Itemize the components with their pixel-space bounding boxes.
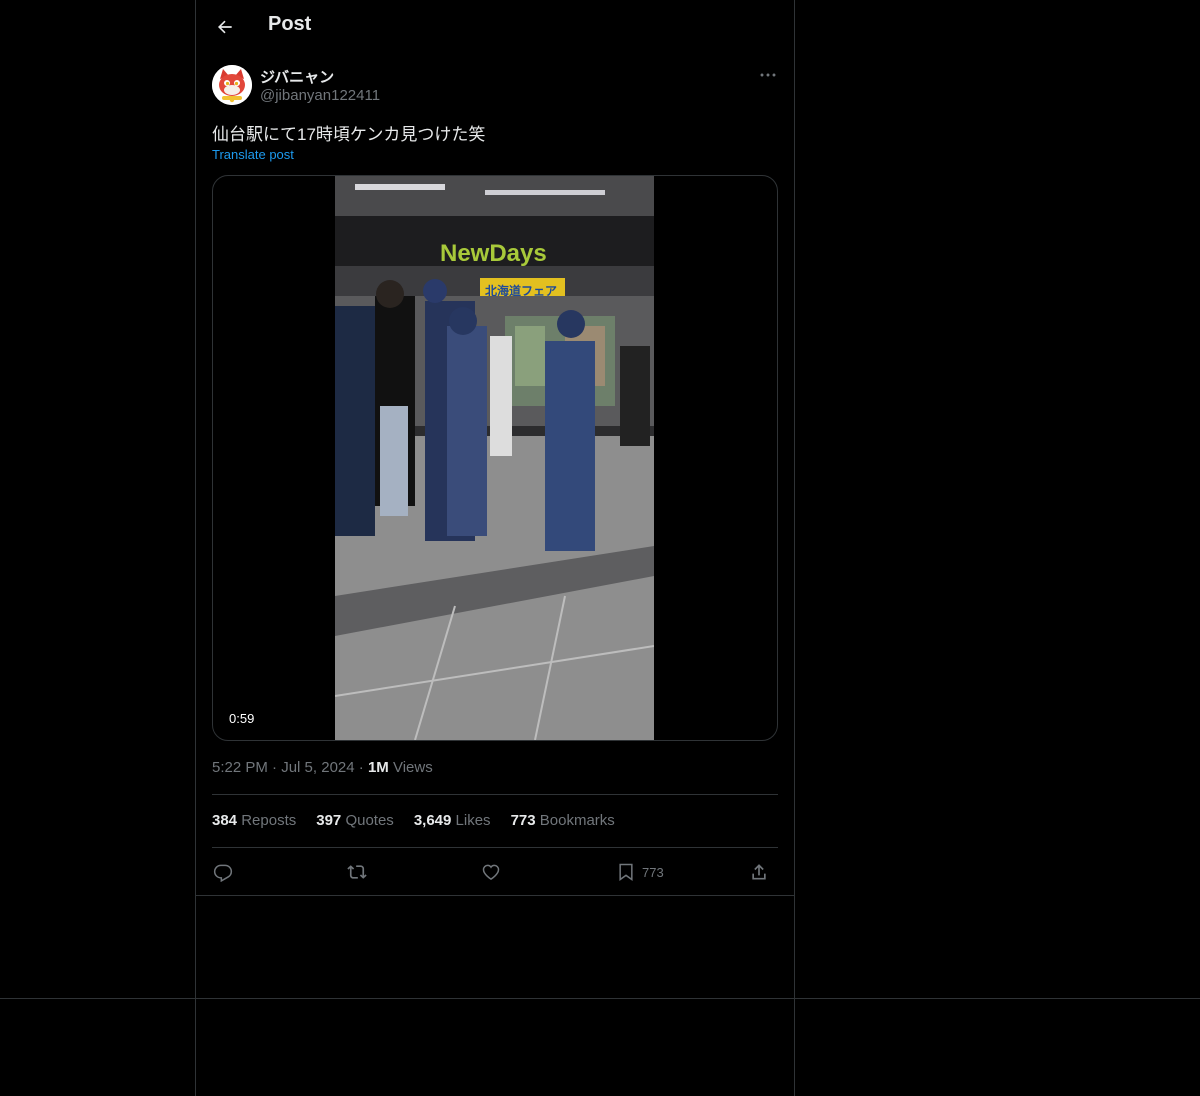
meta-separator: ·	[358, 759, 368, 776]
heart-icon	[482, 864, 500, 880]
bookmark-button[interactable]: 773	[616, 858, 664, 886]
video-frame[interactable]: NewDays 北海道フェア	[335, 176, 654, 740]
repost-button[interactable]	[347, 858, 367, 886]
reply-icon	[213, 864, 233, 882]
bookmarks-label: Bookmarks	[539, 812, 615, 829]
bookmark-icon	[619, 863, 633, 881]
likes-count: 3,649	[413, 812, 452, 829]
video-duration: 0:59	[223, 710, 261, 727]
avatar[interactable]	[212, 65, 252, 105]
jibanyan-avatar-image	[212, 65, 252, 105]
share-button[interactable]	[749, 858, 769, 886]
likes-stat[interactable]: 3,649 Likes	[414, 812, 491, 829]
stats-top-divider	[212, 794, 778, 795]
share-icon	[752, 864, 766, 880]
translate-post-link[interactable]: Translate post	[212, 147, 294, 162]
bookmarks-stat[interactable]: 773 Bookmarks	[511, 812, 615, 829]
video-thumbnail-image: NewDays 北海道フェア	[335, 176, 654, 740]
meta-separator: ·	[272, 759, 282, 776]
video-banner-text: 北海道フェア	[485, 283, 557, 298]
views-count: 1M	[367, 759, 389, 776]
back-button[interactable]	[210, 12, 240, 42]
post-metadata: 5:22 PM · Jul 5, 2024 · 1M Views	[212, 759, 433, 776]
likes-label: Likes	[455, 812, 491, 829]
reposts-label: Reposts	[241, 812, 297, 829]
engagement-stats: 384 Reposts 397 Quotes 3,649 Likes 773 B…	[212, 812, 615, 829]
author-handle[interactable]: @jibanyan122411	[260, 87, 380, 104]
post-bottom-divider	[196, 895, 794, 896]
more-dots-icon	[760, 73, 776, 77]
author-display-name[interactable]: ジバニャン	[260, 66, 334, 87]
video-sign-text: NewDays	[440, 240, 547, 267]
video-player[interactable]: NewDays 北海道フェア 0:59	[212, 175, 778, 741]
arrow-left-icon	[218, 20, 232, 34]
reposts-stat[interactable]: 384 Reposts	[212, 812, 296, 829]
action-bar: 773	[212, 858, 778, 886]
bookmark-count: 773	[642, 864, 664, 880]
bottom-divider-line	[0, 998, 1200, 999]
post-time[interactable]: 5:22 PM	[212, 759, 268, 776]
views-label: Views	[392, 759, 433, 776]
quotes-count: 397	[316, 812, 342, 829]
stats-bottom-divider	[212, 847, 778, 848]
right-column-border	[794, 0, 795, 1096]
quotes-stat[interactable]: 397 Quotes	[316, 812, 394, 829]
page-title: Post	[268, 13, 312, 35]
reply-button[interactable]	[213, 858, 233, 886]
left-column-border	[195, 0, 196, 1096]
post-header: Post	[196, 0, 794, 53]
post-date[interactable]: Jul 5, 2024	[281, 759, 354, 776]
repost-icon	[347, 865, 367, 879]
quotes-label: Quotes	[345, 812, 394, 829]
bookmarks-count: 773	[510, 812, 536, 829]
post-text: 仙台駅にて17時頃ケンカ見つけた笑	[212, 125, 486, 144]
like-button[interactable]	[481, 858, 501, 886]
more-options-button[interactable]	[754, 64, 782, 86]
reposts-count: 384	[212, 812, 238, 829]
